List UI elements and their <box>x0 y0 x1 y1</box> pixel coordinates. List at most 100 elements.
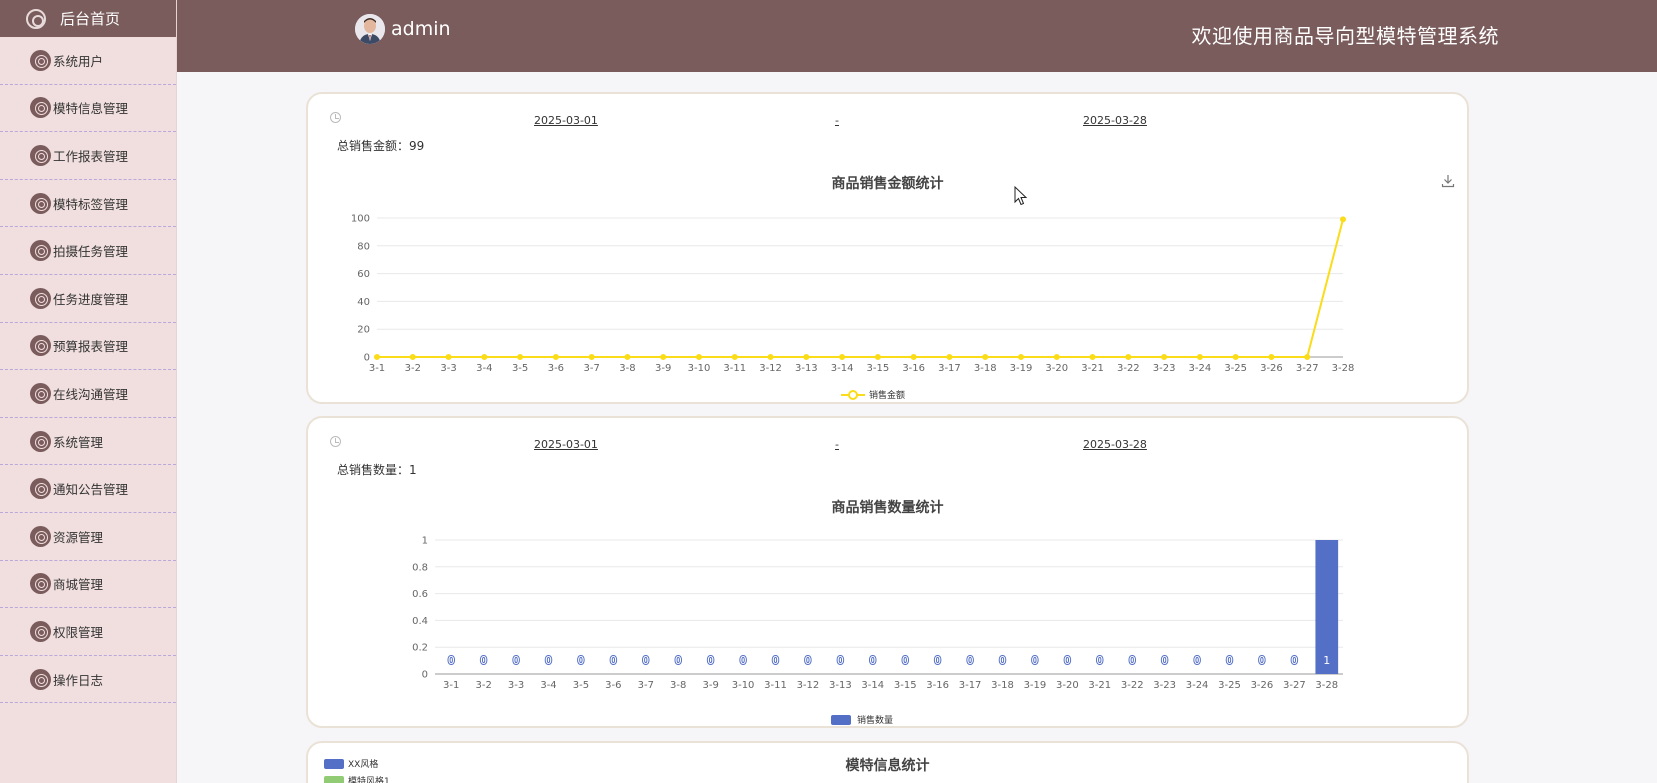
x-tick-label: 3-11 <box>764 680 787 691</box>
data-point <box>588 354 595 360</box>
data-label: 0 <box>513 654 520 667</box>
y-tick-label: 40 <box>357 297 370 308</box>
sidebar-item[interactable]: 任务进度管理 <box>0 275 176 323</box>
sidebar-item[interactable]: 拍摄任务管理 <box>0 227 176 275</box>
menu-bullet-icon <box>30 192 51 214</box>
data-point <box>374 354 380 360</box>
data-label: 0 <box>448 654 455 667</box>
data-point <box>803 354 810 360</box>
sidebar-item[interactable]: 系统管理 <box>0 418 176 466</box>
mouse-cursor-icon <box>1014 186 1028 206</box>
y-tick-label: 80 <box>357 241 370 252</box>
menu-bullet-icon <box>30 287 51 309</box>
data-label: 0 <box>1129 654 1136 667</box>
sidebar-item[interactable]: 模特标签管理 <box>0 180 176 228</box>
sidebar-menu: 系统用户 模特信息管理工作报表管理模特标签管理 拍摄任务管理 任务进度管理 预算报表管理… <box>0 37 176 704</box>
legend-label: 销售数量 <box>857 714 893 726</box>
legend-swatch <box>831 715 851 725</box>
sidebar-item[interactable]: 模特信息管理 <box>0 85 176 133</box>
data-label: 0 <box>804 654 811 667</box>
legend-swatch <box>324 775 344 783</box>
series-line <box>377 219 1344 358</box>
home-icon <box>26 8 46 29</box>
menu-bullet-icon <box>30 335 51 357</box>
x-tick-label: 3-8 <box>619 363 635 374</box>
sidebar-item[interactable]: 工作报表管理 <box>0 132 176 180</box>
y-tick-label: 100 <box>351 214 370 225</box>
menu-bullet-icon <box>30 525 51 547</box>
sidebar-item[interactable]: 通知公告管理 <box>0 465 176 513</box>
data-point <box>552 354 559 360</box>
model-info-panel: XX风格 模特风格1 模特信息统计 <box>306 741 1469 783</box>
data-label: 0 <box>707 654 714 667</box>
data-point <box>1340 216 1346 223</box>
sidebar-item[interactable]: 商城管理 <box>0 561 176 609</box>
x-tick-label: 3-22 <box>1121 680 1144 691</box>
x-tick-label: 3-26 <box>1260 363 1283 374</box>
data-point <box>1053 354 1060 360</box>
data-label: 0 <box>740 654 747 667</box>
avatar[interactable] <box>355 14 385 44</box>
sidebar: 后台首页 系统用户 模特信息管理工作报表管理模特标签管理 拍摄任务管理 任务进度管理预… <box>0 0 177 783</box>
x-tick-label: 3-15 <box>894 680 917 691</box>
sidebar-item[interactable]: 在线沟通管理 <box>0 370 176 418</box>
x-tick-label: 3-19 <box>1024 680 1047 691</box>
data-label: 0 <box>934 654 941 667</box>
username[interactable]: admin <box>391 18 451 40</box>
data-label: 0 <box>610 654 617 667</box>
x-tick-label: 3-5 <box>573 680 589 691</box>
data-point <box>624 354 631 360</box>
x-tick-label: 3-15 <box>867 363 890 374</box>
data-point <box>1232 354 1239 360</box>
x-tick-label: 3-28 <box>1332 363 1355 374</box>
x-tick-label: 3-4 <box>540 680 556 691</box>
sidebar-item[interactable]: 资源管理 <box>0 513 176 561</box>
y-tick-label: 0.4 <box>412 616 428 627</box>
data-label: 0 <box>480 654 487 667</box>
data-point <box>660 354 667 360</box>
data-point <box>409 354 416 360</box>
data-label: 0 <box>1291 654 1298 667</box>
data-label: 0 <box>902 654 909 667</box>
x-tick-label: 3-1 <box>443 680 459 691</box>
sidebar-item-label: 在线沟通管理 <box>53 386 129 402</box>
sidebar-item[interactable]: 权限管理 <box>0 608 176 656</box>
avatar-icon <box>355 14 385 44</box>
site-title: 欢迎使用商品导向型模特管理系统 <box>1191 24 1499 48</box>
x-tick-label: 3-8 <box>670 680 686 691</box>
x-tick-label: 3-22 <box>1117 363 1140 374</box>
bar-chart: 00.20.40.60.8103-103-203-303-403-503-603… <box>412 536 1343 726</box>
x-tick-label: 3-4 <box>476 363 492 374</box>
x-tick-label: 3-18 <box>991 680 1014 691</box>
y-tick-label: 0.8 <box>412 562 428 573</box>
sidebar-item[interactable]: 系统用户 <box>0 37 176 85</box>
chart-title: 模特信息统计 <box>845 758 930 774</box>
menu-bullet-icon <box>30 430 51 452</box>
sidebar-item[interactable]: 预算报表管理 <box>0 323 176 371</box>
data-label: 0 <box>1064 654 1071 667</box>
data-label: 0 <box>1258 654 1265 667</box>
sidebar-item-label: 权限管理 <box>53 624 104 640</box>
data-label: 0 <box>837 654 844 667</box>
x-tick-label: 3-21 <box>1088 680 1111 691</box>
data-label: 0 <box>1161 654 1168 667</box>
data-label: 0 <box>642 654 649 667</box>
x-tick-label: 3-9 <box>702 680 718 691</box>
menu-bullet-icon <box>30 240 51 262</box>
sidebar-home[interactable]: 后台首页 <box>0 0 176 37</box>
data-point <box>696 354 702 360</box>
x-tick-label: 3-18 <box>974 363 997 374</box>
legend-label: 销售金额 <box>869 389 905 401</box>
x-tick-label: 3-5 <box>512 363 528 374</box>
sidebar-item[interactable]: 操作日志 <box>0 656 176 704</box>
sidebar-item-label: 工作报表管理 <box>53 148 129 164</box>
x-tick-label: 3-16 <box>902 363 925 374</box>
x-tick-label: 3-10 <box>732 680 755 691</box>
data-label: 0 <box>869 654 876 667</box>
y-tick-label: 0.6 <box>412 589 428 600</box>
x-tick-label: 3-2 <box>475 680 491 691</box>
x-tick-label: 3-17 <box>938 363 961 374</box>
sales-amount-panel: 2025-03-01 - 2025-03-28 总销售金额：99 商品销售金额统… <box>306 92 1469 404</box>
menu-bullet-icon <box>30 478 51 500</box>
x-tick-label: 3-27 <box>1283 680 1306 691</box>
